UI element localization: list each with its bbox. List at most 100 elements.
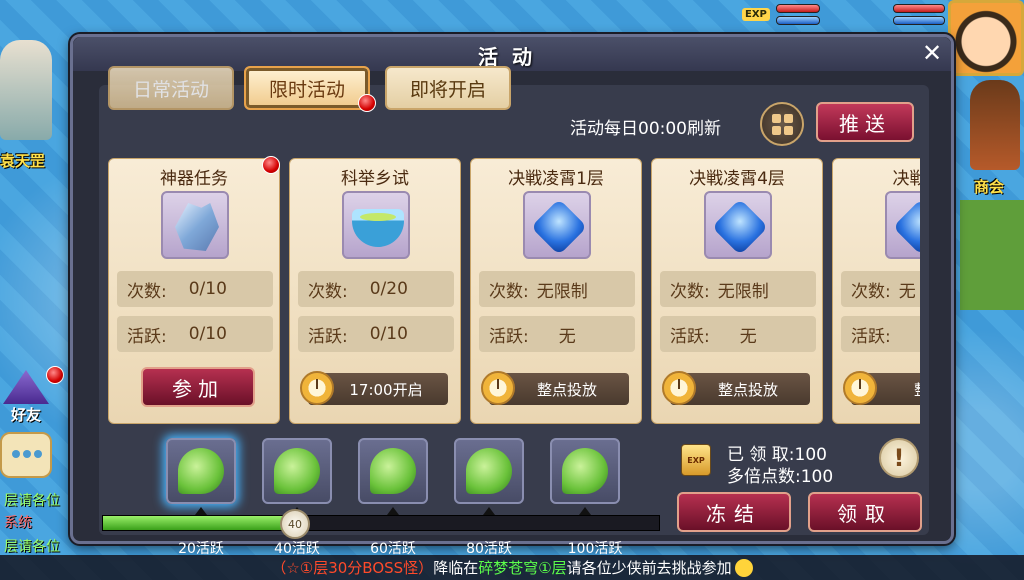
player-hp-bar [893, 4, 945, 13]
announcement-location: 碎梦苍穹①层 [478, 559, 567, 577]
count-row: 次数: 无限制 [479, 271, 635, 307]
reward-chest-20[interactable] [166, 438, 236, 504]
count-row: 次数: 无限制 [660, 271, 816, 307]
reward-leaf-icon [274, 448, 320, 494]
push-button[interactable]: 推送 [816, 102, 914, 142]
claim-button[interactable]: 领取 [808, 492, 922, 532]
multiplier-points: 多倍点数:100 [727, 467, 834, 487]
count-row: 次数: 0/10 [117, 271, 273, 307]
chat-dot-icon [12, 450, 20, 458]
activity-title: 神器任务 [160, 169, 228, 189]
open-time-bar: 整点投放 [481, 371, 629, 405]
activity-card[interactable]: 决戦凌霄4层 次数: 无限制 活跃: 无 整点投放 [651, 158, 823, 424]
friends-button[interactable]: 好友 [0, 370, 52, 430]
activity-card[interactable]: 科举乡试 次数: 0/20 活跃: 0/10 17:00开启 [289, 158, 461, 424]
exp-bonus-icon: EXP [681, 444, 711, 476]
system-announcement-bar: （☆①层30分BOSS怪） 降临在 碎梦苍穹①层 请各位少侠前去挑战参加 [0, 555, 1024, 580]
freeze-button[interactable]: 冻结 [677, 492, 791, 532]
grid-cell-icon [784, 126, 793, 135]
count-value: 无 [898, 281, 916, 302]
activity-title: 决戦凌 [892, 169, 921, 189]
reward-chest-60[interactable] [358, 438, 428, 504]
activity-icon-frame [523, 191, 591, 259]
activity-title: 决戦凌霄4层 [689, 169, 785, 189]
reward-chest-80[interactable] [454, 438, 524, 504]
activity-card[interactable]: 神器任务 次数: 0/10 活跃: 0/10 参加 [108, 158, 280, 424]
reward-leaf-icon [562, 448, 608, 494]
tab-limited-activities[interactable]: 限时活动 [244, 66, 370, 110]
grid-cell-icon [784, 114, 793, 123]
count-value: 无限制 [717, 281, 769, 302]
gem-icon [711, 198, 769, 256]
gem-icon [530, 198, 588, 256]
pet-mp-bar [776, 16, 820, 25]
join-button[interactable]: 参加 [141, 367, 255, 407]
npc-right-name[interactable]: 商会 [974, 176, 1004, 197]
count-value: 0/20 [369, 279, 408, 299]
clock-icon [843, 371, 877, 405]
friends-label: 好友 [10, 406, 41, 424]
activity-points-value: 无 [558, 326, 576, 347]
chat-line: 层请各位 [4, 539, 60, 555]
reward-chest-40[interactable] [262, 438, 332, 504]
open-time-bar: 17:00开启 [300, 371, 448, 405]
activity-progress-bar [102, 515, 660, 531]
milestone-marker [387, 507, 399, 515]
announcement-suffix: 请各位少侠前去挑战参加 [566, 559, 732, 577]
activity-icon-frame [704, 191, 772, 259]
progress-knob: 40 [280, 509, 310, 539]
grid-cell-icon [772, 114, 781, 123]
milestone-marker [195, 507, 207, 515]
card-notification-dot [262, 156, 280, 174]
activity-icon-frame [885, 191, 920, 259]
npc-sage-sprite[interactable] [0, 40, 52, 140]
activity-card[interactable]: 决戦凌霄1层 次数: 无限制 活跃: 无 整点投放 [470, 158, 642, 424]
activity-points-row: 活跃: [841, 316, 920, 352]
friends-notification-dot [46, 366, 64, 384]
player-mp-bar [893, 16, 945, 25]
reward-chest-100[interactable] [550, 438, 620, 504]
count-value: 无限制 [536, 281, 588, 302]
activity-icon-frame [342, 191, 410, 259]
crystal-icon [175, 203, 219, 251]
grass-tile [960, 200, 1024, 310]
activity-points-row: 活跃: 无 [660, 316, 816, 352]
bowl-icon [352, 209, 404, 247]
grid-cell-icon [772, 126, 781, 135]
announcement-prefix: （☆①层30分BOSS怪） [271, 559, 434, 577]
grid-menu-button[interactable] [760, 102, 804, 146]
open-time-bar: 整点投放 [662, 371, 810, 405]
activity-progress-fill [103, 516, 292, 530]
info-alert-icon[interactable]: ! [879, 438, 919, 478]
open-time-label: 整点投放 [536, 380, 597, 399]
player-avatar[interactable] [948, 0, 1024, 76]
chat-line: 系统 [4, 515, 32, 531]
tab-notification-dot [358, 94, 376, 112]
refresh-notice: 活动每日00:00刷新 [570, 119, 721, 139]
activity-points-value: 0/10 [369, 324, 408, 344]
count-row: 次数: 0/20 [298, 271, 454, 307]
friend-hat-icon [3, 370, 49, 404]
milestone-marker [579, 507, 591, 515]
tab-upcoming[interactable]: 即将开启 [385, 66, 511, 110]
tab-daily-activities[interactable]: 日常活动 [108, 66, 234, 110]
count-row: 次数: 无 [841, 271, 920, 307]
open-time-bar: 整点 [843, 371, 920, 405]
close-icon[interactable]: ✕ [919, 41, 945, 67]
clock-icon [481, 371, 515, 405]
chat-dot-icon [34, 450, 42, 458]
chat-button[interactable] [0, 432, 52, 478]
activity-card-list: 神器任务 次数: 0/10 活跃: 0/10 参加 科举乡试 次数: 0/20 活跃:… [108, 158, 920, 424]
activity-points-row: 活跃: 0/10 [298, 316, 454, 352]
reward-leaf-icon [466, 448, 512, 494]
chat-line: 层请各位 [4, 493, 60, 509]
npc-merchant-sprite[interactable] [970, 80, 1020, 170]
gem-icon [892, 198, 920, 256]
open-time-label: 整点 [914, 379, 920, 400]
activity-card[interactable]: 决戦凌 次数:无 活跃: 整点 [832, 158, 920, 424]
activity-points-row: 活跃: 0/10 [117, 316, 273, 352]
npc-left-name[interactable]: 袁天罡 [0, 150, 45, 171]
activity-icon-frame [161, 191, 229, 259]
milestone-marker [483, 507, 495, 515]
reward-leaf-icon [370, 448, 416, 494]
